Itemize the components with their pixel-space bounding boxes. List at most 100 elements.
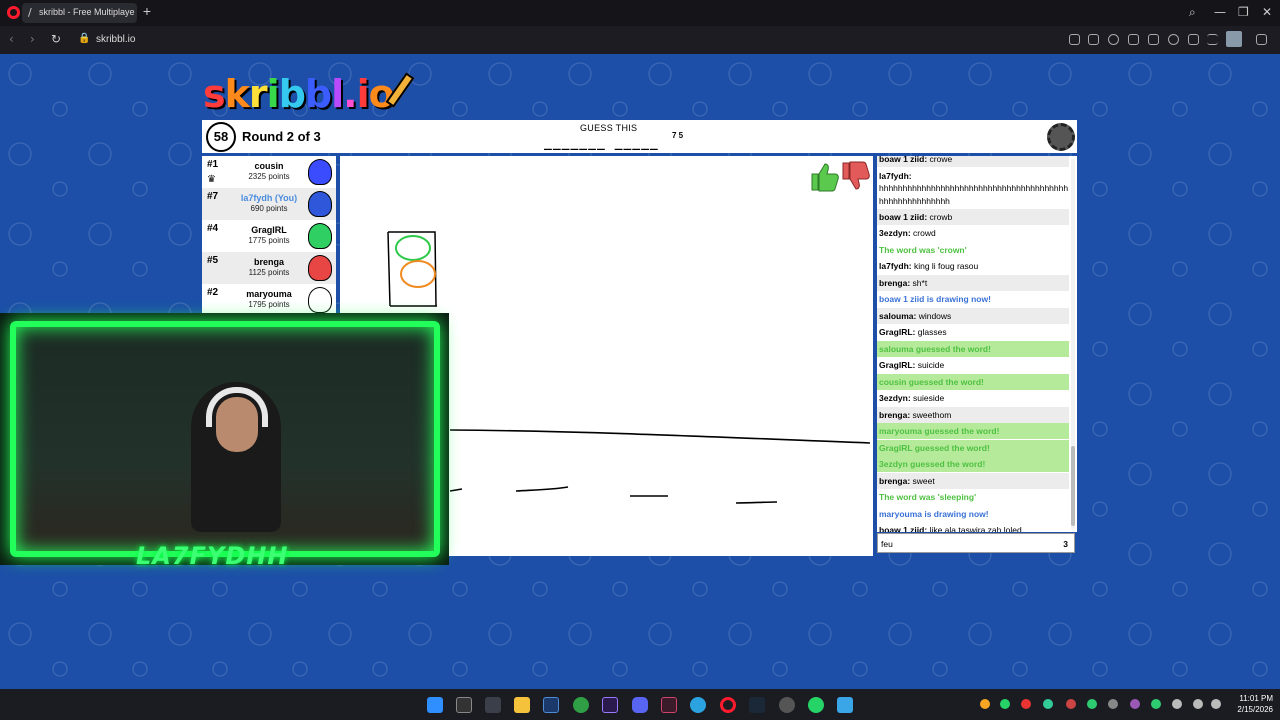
logo-letter: k xyxy=(224,72,250,116)
player-points: 1795 points xyxy=(248,300,290,309)
edit-icon[interactable] xyxy=(1069,34,1080,45)
thumbs-down-icon[interactable] xyxy=(842,161,870,190)
tray-icon[interactable] xyxy=(1151,699,1161,709)
chat-text: The word was 'crown' xyxy=(879,244,967,255)
taskbar-time[interactable]: 11:01 PM xyxy=(1228,694,1273,703)
browser-tab[interactable]: / skribbl - Free Multiplayer xyxy=(22,3,137,23)
extension-icon[interactable] xyxy=(1128,34,1139,45)
chat-char-count: 3 xyxy=(1063,539,1068,549)
chat-text: salouma guessed the word! xyxy=(879,343,991,354)
chat-message: GraglRL: suicide xyxy=(877,357,1069,373)
start-icon[interactable] xyxy=(427,697,443,713)
chat-message: maryouma guessed the word! xyxy=(877,423,1069,439)
tray-icon[interactable] xyxy=(1000,699,1010,709)
player-avatar xyxy=(308,159,332,185)
windows-taskbar: 11:01 PM 2/15/2026 xyxy=(0,689,1280,720)
player-row[interactable]: #1 ♛ cousin 2325 points xyxy=(202,156,336,188)
logo-letter: i xyxy=(356,72,370,116)
chat-message: maryouma is drawing now! xyxy=(877,506,1069,522)
chat-message: boaw 1 ziid: crowb xyxy=(877,208,1069,225)
chat-username: la7fydh: xyxy=(879,261,912,271)
chat-message: la7fydh: hhhhhhhhhhhhhhhhhhhhhhhhhhhhhhh… xyxy=(877,168,1069,208)
whatsapp-icon[interactable] xyxy=(808,697,824,713)
opera-icon[interactable] xyxy=(720,697,736,713)
close-window-icon[interactable]: ✕ xyxy=(1262,5,1272,19)
tray-icon[interactable] xyxy=(1021,699,1031,709)
chat-username: GraglRL: xyxy=(879,327,916,337)
microphone-icon[interactable] xyxy=(1172,699,1182,709)
tray-icon[interactable] xyxy=(1108,699,1118,709)
telegram-icon[interactable] xyxy=(690,697,706,713)
shield-icon[interactable] xyxy=(1108,34,1119,45)
player-avatar xyxy=(308,191,332,217)
logo-letter: . xyxy=(343,72,357,116)
tray-icon[interactable] xyxy=(1066,699,1076,709)
chat-scroll-thumb[interactable] xyxy=(1071,446,1075,526)
app-icon[interactable] xyxy=(661,697,677,713)
chat-username: 3ezdyn: xyxy=(879,393,911,403)
heart-icon[interactable] xyxy=(1168,34,1179,45)
menu-icon[interactable] xyxy=(1207,34,1218,45)
url-field[interactable]: skribbl.io xyxy=(96,34,135,45)
download-icon[interactable] xyxy=(1188,34,1199,45)
chat-message: la7fydh: king li foug rasou xyxy=(877,258,1069,274)
chat-message: 3ezdyn: crowd xyxy=(877,225,1069,241)
player-row[interactable]: #2 maryouma 1795 points xyxy=(202,284,336,316)
player-points: 1775 points xyxy=(248,236,290,245)
chat-username: 3ezdyn: xyxy=(879,228,911,238)
player-row[interactable]: #5 brenga 1125 points xyxy=(202,252,336,284)
tray-icon[interactable] xyxy=(1087,699,1097,709)
player-rank: #7 xyxy=(207,191,219,202)
vote-buttons xyxy=(809,160,871,197)
taskbar-date[interactable]: 2/15/2026 xyxy=(1228,705,1273,714)
steam-icon[interactable] xyxy=(749,697,765,713)
chat-username: la7fydh: xyxy=(879,170,912,181)
premiere-icon[interactable] xyxy=(602,697,618,713)
chat-username: boaw 1 ziid: xyxy=(879,156,928,164)
lock-icon[interactable]: 🔒 xyxy=(78,33,90,44)
app-icon[interactable] xyxy=(543,697,559,713)
player-row[interactable]: #4 GraglRL 1775 points xyxy=(202,220,336,252)
minimize-icon[interactable]: — xyxy=(1214,5,1226,19)
profile-avatar[interactable] xyxy=(1226,31,1242,47)
reload-icon[interactable]: ↻ xyxy=(51,32,61,46)
chat-text: windows xyxy=(918,310,952,321)
folder-icon[interactable] xyxy=(514,697,530,713)
play-icon[interactable] xyxy=(1148,34,1159,45)
address-bar: ‹ › ↻ 🔒 skribbl.io xyxy=(0,26,1280,54)
player-name: la7fydh (You) xyxy=(240,193,298,203)
chat-message: brenga: sh*t xyxy=(877,274,1069,291)
camera-icon[interactable] xyxy=(1088,34,1099,45)
tray-icon[interactable] xyxy=(980,699,990,709)
webcam-frame: LA7FYDHH xyxy=(10,321,440,570)
chat-input[interactable]: feu 3 xyxy=(877,533,1075,553)
chat-text: maryouma is drawing now! xyxy=(879,508,989,519)
box-icon[interactable] xyxy=(1256,34,1267,45)
thumbs-up-icon[interactable] xyxy=(811,163,839,192)
chat-message: 3ezdyn guessed the word! xyxy=(877,456,1069,472)
logo-letter: b xyxy=(278,72,306,116)
network-icon[interactable] xyxy=(1193,699,1203,709)
app-icon[interactable] xyxy=(456,697,472,713)
app-icon[interactable] xyxy=(573,697,589,713)
tray-icon[interactable] xyxy=(1043,699,1053,709)
forward-icon[interactable]: › xyxy=(30,32,35,46)
chat-text: like ala taswira zah loled xyxy=(929,525,1022,532)
settings-gear-icon[interactable] xyxy=(1047,123,1075,151)
maximize-icon[interactable]: ❐ xyxy=(1238,5,1249,19)
volume-icon[interactable] xyxy=(1211,699,1221,709)
discord-icon[interactable] xyxy=(632,697,648,713)
opera-logo-icon[interactable] xyxy=(7,6,20,19)
back-icon[interactable]: ‹ xyxy=(9,32,14,46)
chat-message: The word was 'sleeping' xyxy=(877,489,1069,505)
app-icon[interactable] xyxy=(779,697,795,713)
tray-icon[interactable] xyxy=(1130,699,1140,709)
logo-letter: b xyxy=(304,72,332,116)
new-tab-button[interactable]: + xyxy=(140,4,154,18)
game-top-bar: 58 Round 2 of 3 GUESS THIS _______ _____… xyxy=(202,120,1077,153)
chat-text: hhhhhhhhhhhhhhhhhhhhhhhhhhhhhhhhhhhhhhhh… xyxy=(879,183,1069,206)
notepad-icon[interactable] xyxy=(837,697,853,713)
app-icon[interactable] xyxy=(485,697,501,713)
search-tabs-icon[interactable]: ⌕ xyxy=(1189,5,1196,20)
player-row[interactable]: #7 la7fydh (You) 690 points xyxy=(202,188,336,220)
